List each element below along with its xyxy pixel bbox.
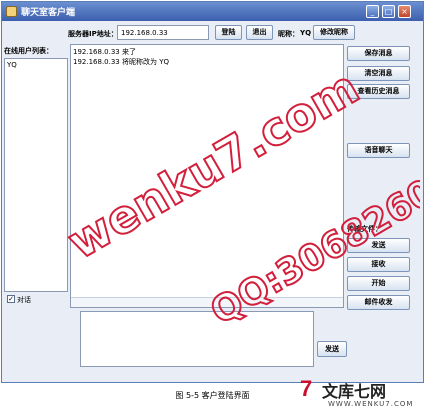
file-transfer-label: 传输文件： [347,225,382,233]
server-ip-input[interactable]: 192.168.0.33 [117,25,209,40]
clear-messages-button[interactable]: 清空消息 [347,66,410,81]
window-title: 聊天室客户端 [21,8,76,18]
exit-button[interactable]: 退出 [246,25,273,40]
nickname-label: 昵称： [278,30,299,38]
list-item[interactable]: YQ [7,61,17,69]
app-icon [6,6,17,17]
logo-text: 文库七网 [322,382,387,401]
message-send-button[interactable]: 发送 [317,341,347,357]
horizontal-scrollbar[interactable] [71,297,343,307]
start-button[interactable]: 开始 [347,276,410,291]
online-users-label: 在线用户列表： [4,47,53,55]
title-bar[interactable]: 聊天室客户端 _ □ × [2,2,423,21]
voice-chat-button[interactable]: 语音聊天 [347,143,410,158]
file-send-button[interactable]: 发送 [347,238,410,253]
chat-line: 192.168.0.33 将昵称改为 YQ [73,58,169,66]
client-window: 聊天室客户端 _ □ × 服务器IP地址： 192.168.0.33 登陆 退出… [1,1,424,383]
private-chat-checkbox[interactable]: ✓ [7,295,15,303]
login-button[interactable]: 登陆 [215,25,242,40]
server-ip-label: 服务器IP地址： [68,30,118,38]
file-receive-button[interactable]: 接收 [347,257,410,272]
message-input[interactable] [80,311,314,367]
chat-line: 192.168.0.33 来了 [73,48,136,56]
chat-log[interactable]: 192.168.0.33 来了 192.168.0.33 将昵称改为 YQ [70,44,344,308]
change-nickname-button[interactable]: 修改昵称 [313,25,355,40]
email-button[interactable]: 邮件收发 [347,295,410,310]
online-users-list[interactable]: YQ [4,58,68,292]
private-chat-label: 对话 [17,296,31,304]
close-icon[interactable]: × [398,5,411,18]
save-messages-button[interactable]: 保存消息 [347,46,410,61]
view-history-button[interactable]: 查看历史消息 [347,84,410,99]
logo-url: WWW.WENKU7.COM [328,400,414,408]
minimize-icon[interactable]: _ [366,5,379,18]
nickname-value: YQ [300,29,312,37]
maximize-icon[interactable]: □ [382,5,395,18]
logo-mark: 7 [300,376,313,401]
client-area: 服务器IP地址： 192.168.0.33 登陆 退出 昵称： YQ 修改昵称 … [2,21,423,382]
site-logo: 7 文库七网 WWW.WENKU7.COM [300,376,420,410]
